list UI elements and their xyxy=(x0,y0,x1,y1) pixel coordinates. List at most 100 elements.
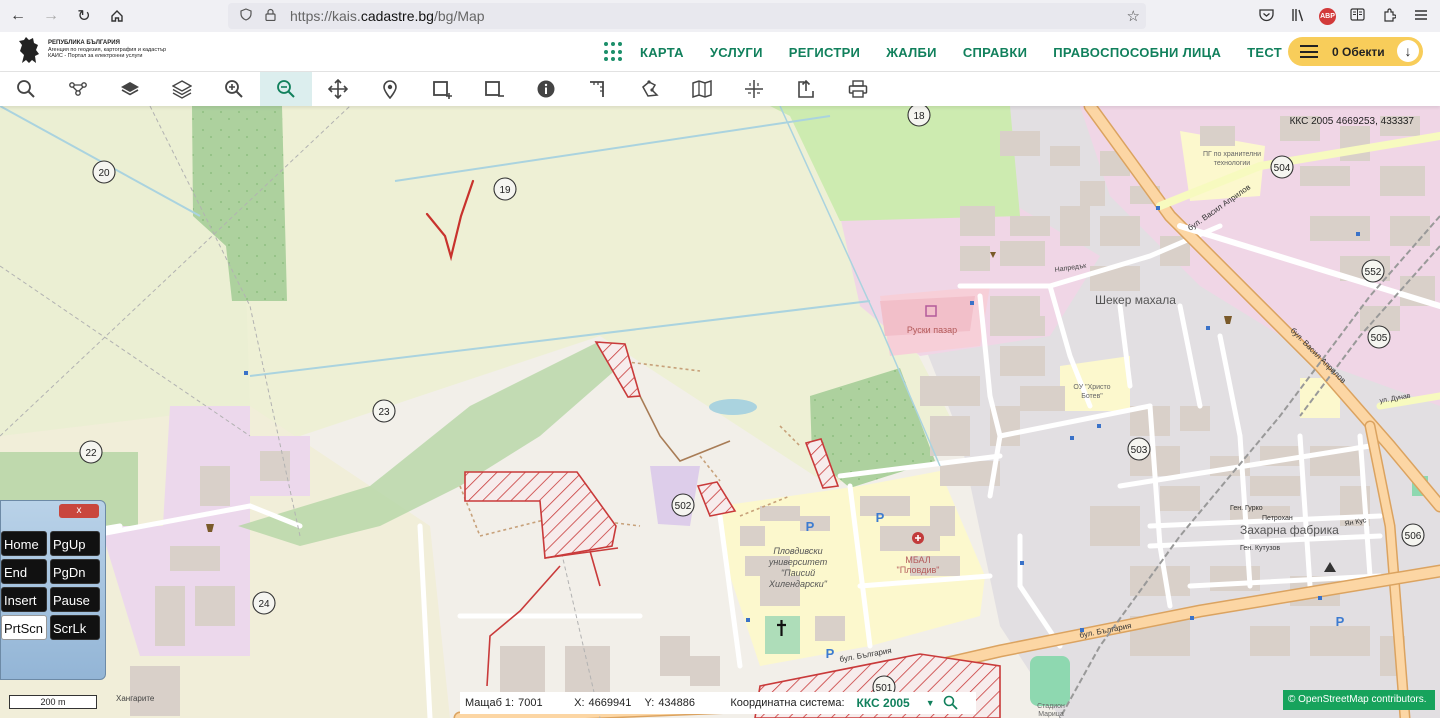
osk-close-button[interactable]: x xyxy=(59,504,99,518)
map-toolbar xyxy=(0,72,1440,106)
label-hospital-2: "Пловдив" xyxy=(897,565,940,575)
print-icon xyxy=(848,80,868,98)
label-university-2: университет xyxy=(768,557,828,567)
objects-button[interactable]: 0 Обекти ↓ xyxy=(1288,37,1423,66)
tool-coordinates[interactable] xyxy=(728,72,780,106)
tool-measure-distance[interactable] xyxy=(572,72,624,106)
zoom-out-icon xyxy=(277,80,295,98)
forward-button[interactable]: → xyxy=(36,1,66,31)
reload-button[interactable]: ↻ xyxy=(69,1,99,31)
key-prtscn[interactable]: PrtScn xyxy=(1,615,47,640)
apps-grid-icon[interactable] xyxy=(604,42,624,62)
menu-icon[interactable] xyxy=(1410,8,1432,24)
label-hangarite: Хангарите xyxy=(116,694,155,703)
menu-item-licensed-persons[interactable]: ПРАВОСПОСОБНИ ЛИЦА xyxy=(1053,45,1221,60)
tool-zoom-out[interactable] xyxy=(260,72,312,106)
tool-base-layers[interactable] xyxy=(104,72,156,106)
pan-icon xyxy=(328,79,348,99)
tool-map[interactable] xyxy=(676,72,728,106)
back-button[interactable]: ← xyxy=(3,1,33,31)
label-sheker-mahala: Шекер махала xyxy=(1095,293,1176,307)
bookmark-star-icon[interactable]: ☆ xyxy=(1127,7,1140,25)
pocket-icon[interactable] xyxy=(1255,8,1277,25)
road-number: 552 xyxy=(1365,267,1382,278)
coordinates-icon xyxy=(745,80,763,98)
lion-emblem-icon xyxy=(19,37,39,63)
road-number: 19 xyxy=(499,185,511,196)
key-insert[interactable]: Insert xyxy=(1,587,47,612)
menu-item-registers[interactable]: РЕГИСТРИ xyxy=(789,45,860,60)
search-coordinates-button[interactable] xyxy=(943,695,958,713)
layers-stack-icon xyxy=(121,82,139,96)
y-value: 434886 xyxy=(658,697,696,709)
agency-logo[interactable]: РЕПУБЛИКА БЪЛГАРИЯ Агенция по геодезия, … xyxy=(16,35,188,65)
label-hospital-1: МБАЛ xyxy=(905,555,930,565)
key-pgup[interactable]: PgUp xyxy=(50,531,100,556)
label-university-4: Хилендарски" xyxy=(768,579,828,589)
map-base-layer: 18 19 20 22 23 24 502 503 504 505 506 55… xyxy=(0,106,1440,718)
road-number: 502 xyxy=(675,501,692,512)
main-menu: КАРТА УСЛУГИ РЕГИСТРИ ЖАЛБИ СПРАВКИ ПРАВ… xyxy=(604,32,1282,72)
reload-icon: ↻ xyxy=(77,8,91,25)
label-ou-1: ОУ "Христо xyxy=(1073,384,1110,391)
key-scrlk[interactable]: ScrLk xyxy=(50,615,100,640)
library-icon[interactable] xyxy=(1287,8,1309,25)
parking-label: P xyxy=(876,510,885,525)
shield-icon xyxy=(236,8,256,24)
tool-info[interactable] xyxy=(520,72,572,106)
tool-pan[interactable] xyxy=(312,72,364,106)
scale-value: 7001 xyxy=(518,697,543,709)
menu-item-map[interactable]: КАРТА xyxy=(640,45,684,60)
tool-print[interactable] xyxy=(832,72,884,106)
reader-view-icon[interactable] xyxy=(1346,8,1368,24)
label-school-2: технологии xyxy=(1214,160,1250,167)
map-icon xyxy=(692,79,712,99)
measure-area-icon xyxy=(642,80,659,97)
home-button[interactable] xyxy=(102,1,132,31)
cursor-coordinates: ККС 2005 4669253, 433337 xyxy=(1289,116,1414,127)
menu-item-references[interactable]: СПРАВКИ xyxy=(963,45,1027,60)
objects-count: 0 Обекти xyxy=(1332,44,1385,59)
tool-measure-area[interactable] xyxy=(624,72,676,106)
road-number: 18 xyxy=(913,111,925,122)
tool-select-add[interactable] xyxy=(416,72,468,106)
marker-icon xyxy=(383,80,397,99)
road-number: 504 xyxy=(1274,163,1291,174)
adblock-icon[interactable]: ABP xyxy=(1319,7,1336,25)
menu-item-test[interactable]: ТЕСТ xyxy=(1247,45,1282,60)
crs-label: Координатна система: xyxy=(730,697,845,709)
road-number: 505 xyxy=(1371,333,1388,344)
tool-search[interactable] xyxy=(0,72,52,106)
zoom-in-icon xyxy=(225,80,243,98)
download-arrow-icon[interactable]: ↓ xyxy=(1397,40,1419,62)
parking-label: P xyxy=(826,646,835,661)
tool-layer-tree[interactable] xyxy=(52,72,104,106)
key-pgdn[interactable]: PgDn xyxy=(50,559,100,584)
crs-select[interactable]: ККС 2005 xyxy=(857,696,910,710)
key-end[interactable]: End xyxy=(1,559,47,584)
menu-item-complaints[interactable]: ЖАЛБИ xyxy=(886,45,937,60)
label-stadium-2: Марица xyxy=(1038,711,1064,718)
back-arrow-icon: ← xyxy=(10,7,26,24)
extensions-icon[interactable] xyxy=(1378,7,1400,25)
layers-icon xyxy=(172,80,192,99)
tool-layers[interactable] xyxy=(156,72,208,106)
tool-select-remove[interactable] xyxy=(468,72,520,106)
menu-item-services[interactable]: УСЛУГИ xyxy=(710,45,763,60)
tool-zoom-in[interactable] xyxy=(208,72,260,106)
osm-attribution[interactable]: © OpenStreetMap contributors. xyxy=(1283,690,1435,710)
chevron-down-icon[interactable]: ▼ xyxy=(926,698,935,708)
on-screen-keyboard[interactable]: x Home PgUp End PgDn Insert Pause PrtScn… xyxy=(0,500,106,680)
tool-marker[interactable] xyxy=(364,72,416,106)
x-label: X: xyxy=(574,697,585,709)
tool-export[interactable] xyxy=(780,72,832,106)
key-home[interactable]: Home xyxy=(1,531,47,556)
site-header: РЕПУБЛИКА БЪЛГАРИЯ Агенция по геодезия, … xyxy=(0,32,1440,72)
key-pause[interactable]: Pause xyxy=(50,587,100,612)
road-number: 503 xyxy=(1131,445,1148,456)
label-stadium-1: Стадион xyxy=(1037,703,1065,710)
status-bar: Мащаб 1: 7001 X: 4669941 Y: 434886 Коорд… xyxy=(460,692,976,714)
map-canvas[interactable]: 18 19 20 22 23 24 502 503 504 505 506 55… xyxy=(0,106,1440,718)
address-bar[interactable]: https://kais.cadastre.bg/bg/Map ☆ xyxy=(228,3,1146,29)
label-university-1: Пловдивски xyxy=(773,546,822,556)
